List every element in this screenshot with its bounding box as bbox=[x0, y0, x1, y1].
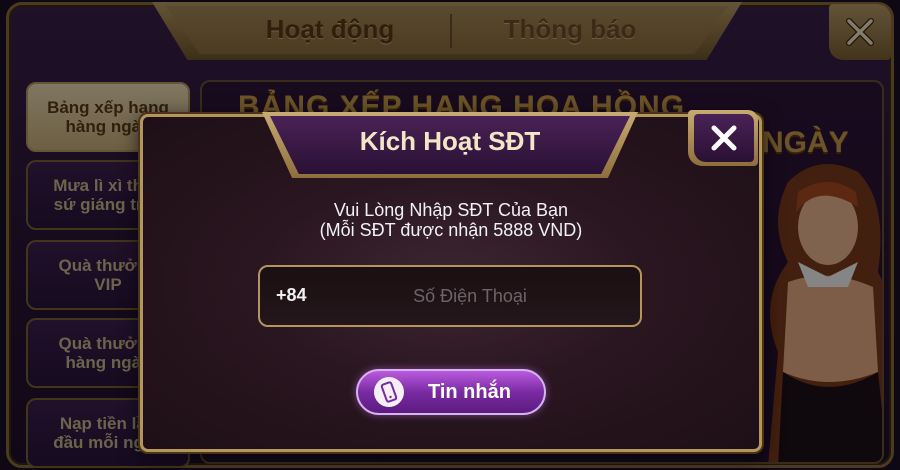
reward-note-text: (Mỗi SĐT được nhận 5888 VND) bbox=[319, 220, 583, 240]
dialog-close-button[interactable] bbox=[694, 114, 754, 162]
sms-button[interactable]: Tin nhắn bbox=[356, 369, 546, 415]
country-code: +84 bbox=[276, 285, 307, 305]
instruction-text: Vui Lòng Nhập SĐT Của Bạn bbox=[333, 200, 569, 220]
close-icon bbox=[711, 125, 737, 151]
dialog-title: Kích Hoạt SĐT bbox=[359, 126, 541, 156]
phone-icon bbox=[374, 377, 404, 407]
phone-number-input[interactable] bbox=[330, 280, 610, 312]
sms-button-label: Tin nhắn bbox=[428, 380, 511, 403]
